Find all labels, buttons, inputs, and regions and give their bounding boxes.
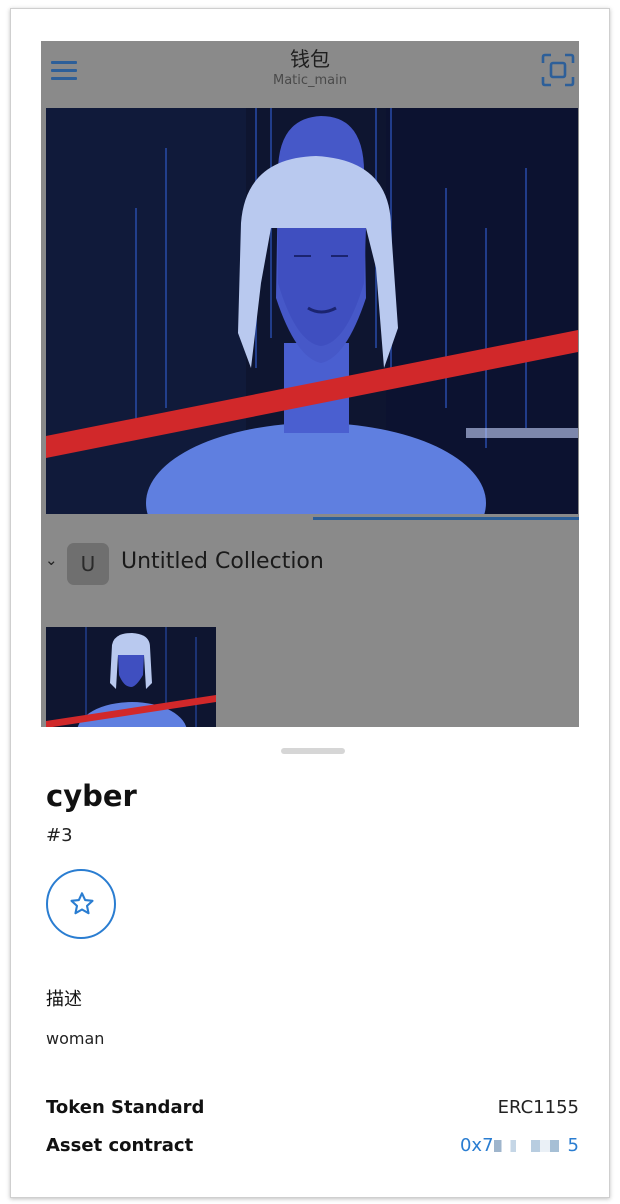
nft-detail-sheet: cyber #3 描述 woman Token Standard ERC1155… <box>11 727 609 1197</box>
wallet-background-screen: 钱包 Matic_main ⌄ U Untitled Collection <box>41 41 579 727</box>
token-standard-label: Token Standard <box>46 1097 205 1118</box>
page-title: 钱包 <box>290 47 330 71</box>
description-text: woman <box>46 1029 105 1048</box>
scan-icon[interactable] <box>541 53 575 87</box>
nft-image[interactable] <box>46 108 578 514</box>
asset-contract-suffix: 5 <box>567 1135 579 1156</box>
star-icon <box>70 892 94 915</box>
nft-thumbnail[interactable] <box>46 627 216 727</box>
token-standard-row: Token Standard ERC1155 <box>46 1097 579 1118</box>
top-bar: 钱包 Matic_main <box>41 41 579 107</box>
sheet-drag-handle[interactable] <box>281 748 345 754</box>
nft-name: cyber <box>46 779 137 813</box>
chevron-down-icon[interactable]: ⌄ <box>45 551 58 569</box>
redacted-address <box>493 1140 568 1152</box>
collection-name: Untitled Collection <box>121 549 324 574</box>
favorite-button[interactable] <box>46 869 116 939</box>
asset-contract-row: Asset contract 0x7 5 <box>46 1135 579 1156</box>
nft-token-id: #3 <box>46 825 73 846</box>
collection-avatar: U <box>67 543 109 585</box>
asset-contract-link[interactable]: 0x7 5 <box>460 1135 579 1156</box>
app-frame: 钱包 Matic_main ⌄ U Untitled Collection cy… <box>10 8 610 1198</box>
asset-contract-label: Asset contract <box>46 1135 194 1156</box>
image-carousel-progress <box>313 517 579 520</box>
asset-contract-prefix: 0x7 <box>459 1135 494 1156</box>
description-heading: 描述 <box>46 989 82 1010</box>
collection-header[interactable]: ⌄ U Untitled Collection <box>41 541 579 589</box>
network-name[interactable]: Matic_main <box>41 73 579 88</box>
token-standard-value: ERC1155 <box>497 1097 579 1118</box>
